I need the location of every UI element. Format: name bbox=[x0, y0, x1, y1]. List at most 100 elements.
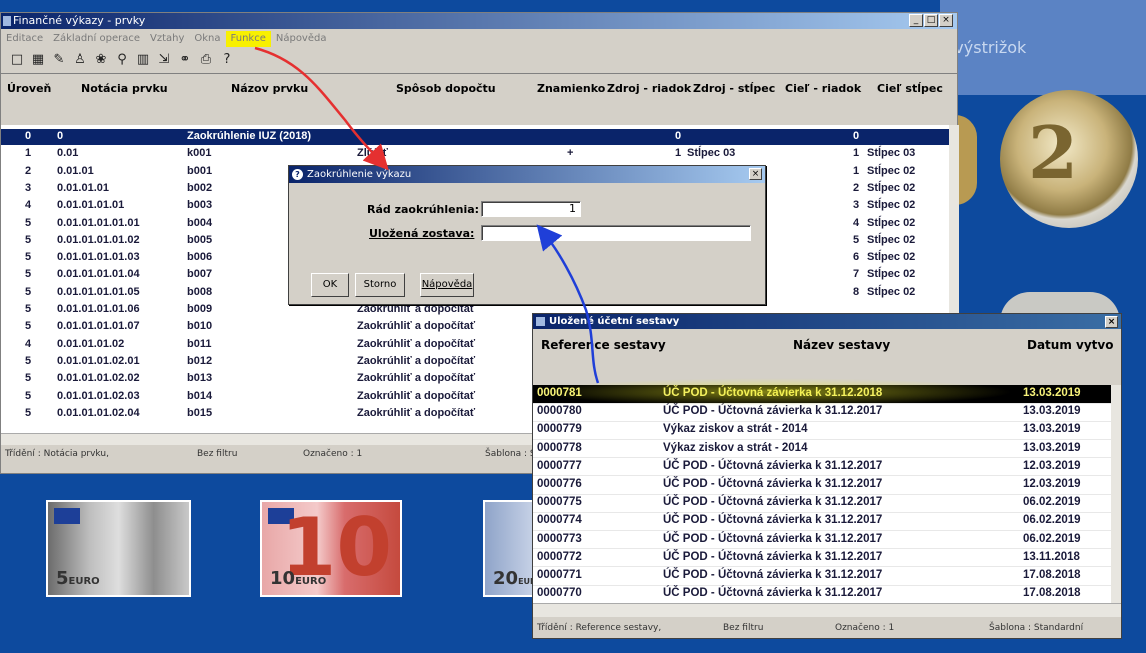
table-row[interactable]: 0000773 ÚČ POD - Účtovná závierka k 31.12… bbox=[533, 531, 1111, 550]
table-row[interactable]: 0000775 ÚČ POD - Účtovná závierka k 31.12… bbox=[533, 494, 1111, 513]
reports-title-bar[interactable]: Uložené účetní sestavy × bbox=[533, 314, 1121, 329]
cell-name: b010 bbox=[187, 320, 213, 333]
cell-notation: 0.01.01.01.01.01 bbox=[57, 216, 140, 229]
column-header[interactable]: Cieľ - riadok bbox=[785, 82, 861, 95]
reports-horizontal-scrollbar[interactable] bbox=[533, 603, 1121, 617]
filter-icon[interactable]: ⚲ bbox=[114, 52, 130, 68]
table-row[interactable]: 0000777 ÚČ POD - Účtovná závierka k 31.12… bbox=[533, 458, 1111, 477]
menu-item[interactable]: Editace bbox=[1, 31, 48, 47]
cell-name: ÚČ POD - Účtovná závierka k 31.12.2017 bbox=[663, 569, 883, 581]
column-header[interactable]: Názov prvku bbox=[231, 82, 308, 95]
cell-notation: 0.01.01.01.02.01 bbox=[57, 354, 140, 367]
menu-item[interactable]: Okna bbox=[189, 31, 225, 47]
cell-ref: 0000778 bbox=[537, 441, 582, 454]
menu-item[interactable]: Základní operace bbox=[48, 31, 145, 47]
table-row[interactable]: 1 0.01 k001 Zlúčiť +1 Stĺpec 03 1 Stĺpec 03 bbox=[1, 146, 949, 162]
table-row[interactable]: 0000778 Výkaz ziskov a strát - 2014 13.03.… bbox=[533, 440, 1111, 459]
export-icon[interactable]: ⇲ bbox=[156, 52, 172, 68]
column-header[interactable]: Notácia prvku bbox=[81, 82, 168, 95]
menu-item[interactable]: Nápověda bbox=[271, 31, 332, 47]
table-row[interactable]: 0000776 ÚČ POD - Účtovná závierka k 31.12… bbox=[533, 476, 1111, 495]
cell-notation: 0.01.01.01 bbox=[57, 181, 109, 194]
cell-name: b003 bbox=[187, 199, 213, 212]
cell-level: 5 bbox=[25, 216, 32, 229]
column-header[interactable]: Název sestavy bbox=[793, 338, 890, 352]
table-row[interactable]: 0000771 ÚČ POD - Účtovná závierka k 31.12… bbox=[533, 567, 1111, 586]
minimize-button[interactable]: _ bbox=[909, 14, 923, 27]
cell-notation: 0.01.01.01.01.02 bbox=[57, 233, 140, 246]
banknote-label: EURO bbox=[68, 576, 100, 587]
maximize-button[interactable]: □ bbox=[924, 14, 938, 27]
cell-dst-col: Stĺpec 02 bbox=[867, 268, 916, 281]
help-button[interactable]: Nápověda bbox=[420, 273, 474, 297]
new-icon[interactable]: □ bbox=[9, 52, 25, 68]
banknote-10-euro: 10 10EURO bbox=[260, 500, 402, 597]
cell-src-col: Stĺpec 03 bbox=[687, 147, 736, 160]
cell-level: 5 bbox=[25, 251, 32, 264]
grid-header: Úroveň Notácia prvku Názov prvku Spôsob … bbox=[1, 73, 957, 125]
cell-ref: 0000776 bbox=[537, 478, 582, 490]
cell-level: 2 bbox=[25, 164, 32, 177]
ok-button[interactable]: OK bbox=[311, 273, 349, 297]
cell-dst-row: 6 bbox=[853, 251, 860, 264]
main-title-bar[interactable]: Finančné výkazy - prvky _ □ × bbox=[1, 13, 957, 29]
edit-icon[interactable]: ✎ bbox=[51, 52, 67, 68]
table-row[interactable]: 0000774 ÚČ POD - Účtovná závierka k 31.12… bbox=[533, 512, 1111, 531]
cell-ref: 0000773 bbox=[537, 532, 582, 545]
menu-item[interactable]: Funkce bbox=[225, 31, 271, 47]
column-header[interactable]: Datum vytvo bbox=[1027, 338, 1113, 352]
cancel-button[interactable]: Storno bbox=[355, 273, 405, 297]
table-row[interactable]: 0 0 Zaokrúhlenie IUZ (2018) 0 0 bbox=[1, 129, 949, 146]
grid-icon[interactable]: ▥ bbox=[135, 52, 151, 68]
column-header[interactable]: Zdroj - stĺpec bbox=[693, 82, 775, 95]
cell-dst-row: 1 bbox=[853, 164, 860, 177]
dialog-title-bar[interactable]: ? Zaokrúhlenie výkazu × bbox=[289, 166, 765, 183]
cell-name: b014 bbox=[187, 389, 213, 402]
column-header[interactable]: Cieľ stĺpec bbox=[877, 82, 943, 95]
table-icon[interactable]: ▦ bbox=[30, 52, 46, 68]
cell-method: Zaokrúhliť a dopočítať bbox=[357, 337, 476, 350]
menu-item[interactable]: Vztahy bbox=[145, 31, 189, 47]
reports-close-button[interactable]: × bbox=[1105, 316, 1118, 328]
cell-level: 1 bbox=[25, 147, 32, 160]
dialog-close-button[interactable]: × bbox=[749, 168, 762, 180]
cell-name: b012 bbox=[187, 354, 213, 367]
cell-ref: 0000770 bbox=[537, 587, 582, 600]
main-window-title: Finančné výkazy - prvky bbox=[13, 14, 146, 27]
table-row[interactable]: 0000772 ÚČ POD - Účtovná závierka k 31.12… bbox=[533, 549, 1111, 568]
users-icon[interactable]: ♙ bbox=[72, 52, 88, 68]
tree-icon[interactable]: ❀ bbox=[93, 52, 109, 68]
table-row[interactable]: 0000780 ÚČ POD - Účtovná závierka k 31.12… bbox=[533, 403, 1111, 422]
status-marked: Označeno : 1 bbox=[835, 623, 895, 633]
rounding-order-input[interactable]: 1 bbox=[481, 201, 581, 217]
link-icon[interactable]: ⚭ bbox=[177, 52, 193, 68]
two-euro-coin: 2 bbox=[1000, 90, 1138, 228]
cell-notation: 0.01.01.01.01.04 bbox=[57, 268, 140, 281]
saved-report-input[interactable] bbox=[481, 225, 751, 241]
cell-level: 5 bbox=[25, 268, 32, 281]
table-row[interactable]: 0000781 ÚČ POD - Účtovná závierka k 31.12… bbox=[533, 385, 1111, 404]
table-row[interactable]: 0000770 ÚČ POD - Účtovná závierka k 31.12… bbox=[533, 585, 1111, 604]
print-icon[interactable]: ⎙ bbox=[198, 52, 214, 68]
table-row[interactable]: 0000779 Výkaz ziskov a strát - 2014 13.03.… bbox=[533, 421, 1111, 440]
cell-dst-row: 5 bbox=[853, 233, 860, 246]
close-button[interactable]: × bbox=[939, 14, 953, 27]
reports-vertical-scrollbar[interactable] bbox=[1111, 385, 1121, 603]
cell-dst-col: Stĺpec 02 bbox=[867, 181, 916, 194]
cell-src-row: 0 bbox=[675, 130, 682, 142]
cell-date: 13.03.2019 bbox=[1023, 387, 1081, 399]
cell-ref: 0000774 bbox=[537, 514, 582, 527]
column-header[interactable]: Spôsob dopočtu bbox=[396, 82, 496, 95]
column-header[interactable]: Zdroj - riadok bbox=[607, 82, 691, 95]
cell-name: Zaokrúhlenie IUZ (2018) bbox=[187, 130, 312, 142]
help-icon[interactable]: ? bbox=[219, 52, 235, 68]
column-header[interactable]: Reference sestavy bbox=[541, 338, 666, 352]
cell-notation: 0.01.01.01.01.03 bbox=[57, 251, 140, 264]
rounding-dialog: ? Zaokrúhlenie výkazu × Rád zaokrúhlenia… bbox=[288, 165, 766, 305]
column-header[interactable]: Úroveň bbox=[7, 82, 51, 95]
column-header[interactable]: Znamienko bbox=[537, 82, 605, 95]
cell-name: b005 bbox=[187, 233, 213, 246]
cell-notation: 0.01.01.01.02 bbox=[57, 337, 125, 350]
cell-notation: 0.01.01.01.01.07 bbox=[57, 320, 140, 333]
cell-name: ÚČ POD - Účtovná závierka k 31.12.2017 bbox=[663, 587, 883, 600]
